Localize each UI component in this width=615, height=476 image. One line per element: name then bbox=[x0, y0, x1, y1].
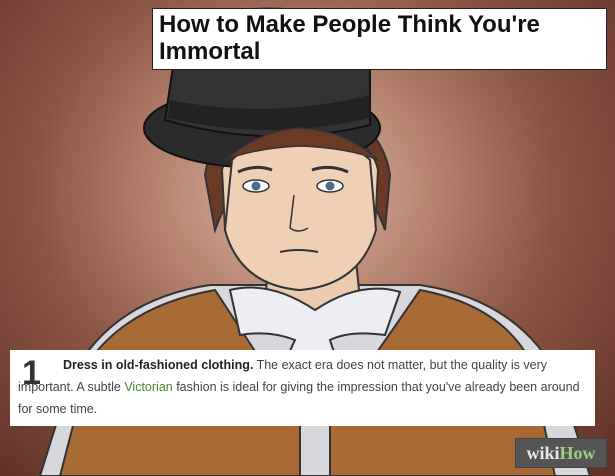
article-title-line-1: How to Make People Think You're bbox=[159, 11, 540, 38]
article-title-box: How to Make People Think You're Immortal bbox=[152, 8, 607, 70]
step-bold-part-1: Dress in bbox=[63, 358, 116, 372]
logo-wiki-text: wiki bbox=[526, 443, 560, 463]
wikihow-logo: wikiHow bbox=[515, 438, 607, 468]
logo-how-text: How bbox=[559, 443, 596, 463]
article-title-line-2: Immortal bbox=[159, 38, 261, 65]
step-link-old-fashioned[interactable]: old-fashioned bbox=[116, 358, 198, 372]
step-caption-box: 1 Dress in old-fashioned clothing. The e… bbox=[10, 350, 595, 426]
step-bold-part-2: clothing. bbox=[197, 358, 254, 372]
step-number: 1 bbox=[22, 354, 41, 392]
step-description: Dress in old-fashioned clothing. The exa… bbox=[18, 354, 587, 420]
step-link-victorian[interactable]: Victorian bbox=[124, 380, 172, 394]
article-step-image: How to Make People Think You're Immortal… bbox=[0, 0, 615, 476]
